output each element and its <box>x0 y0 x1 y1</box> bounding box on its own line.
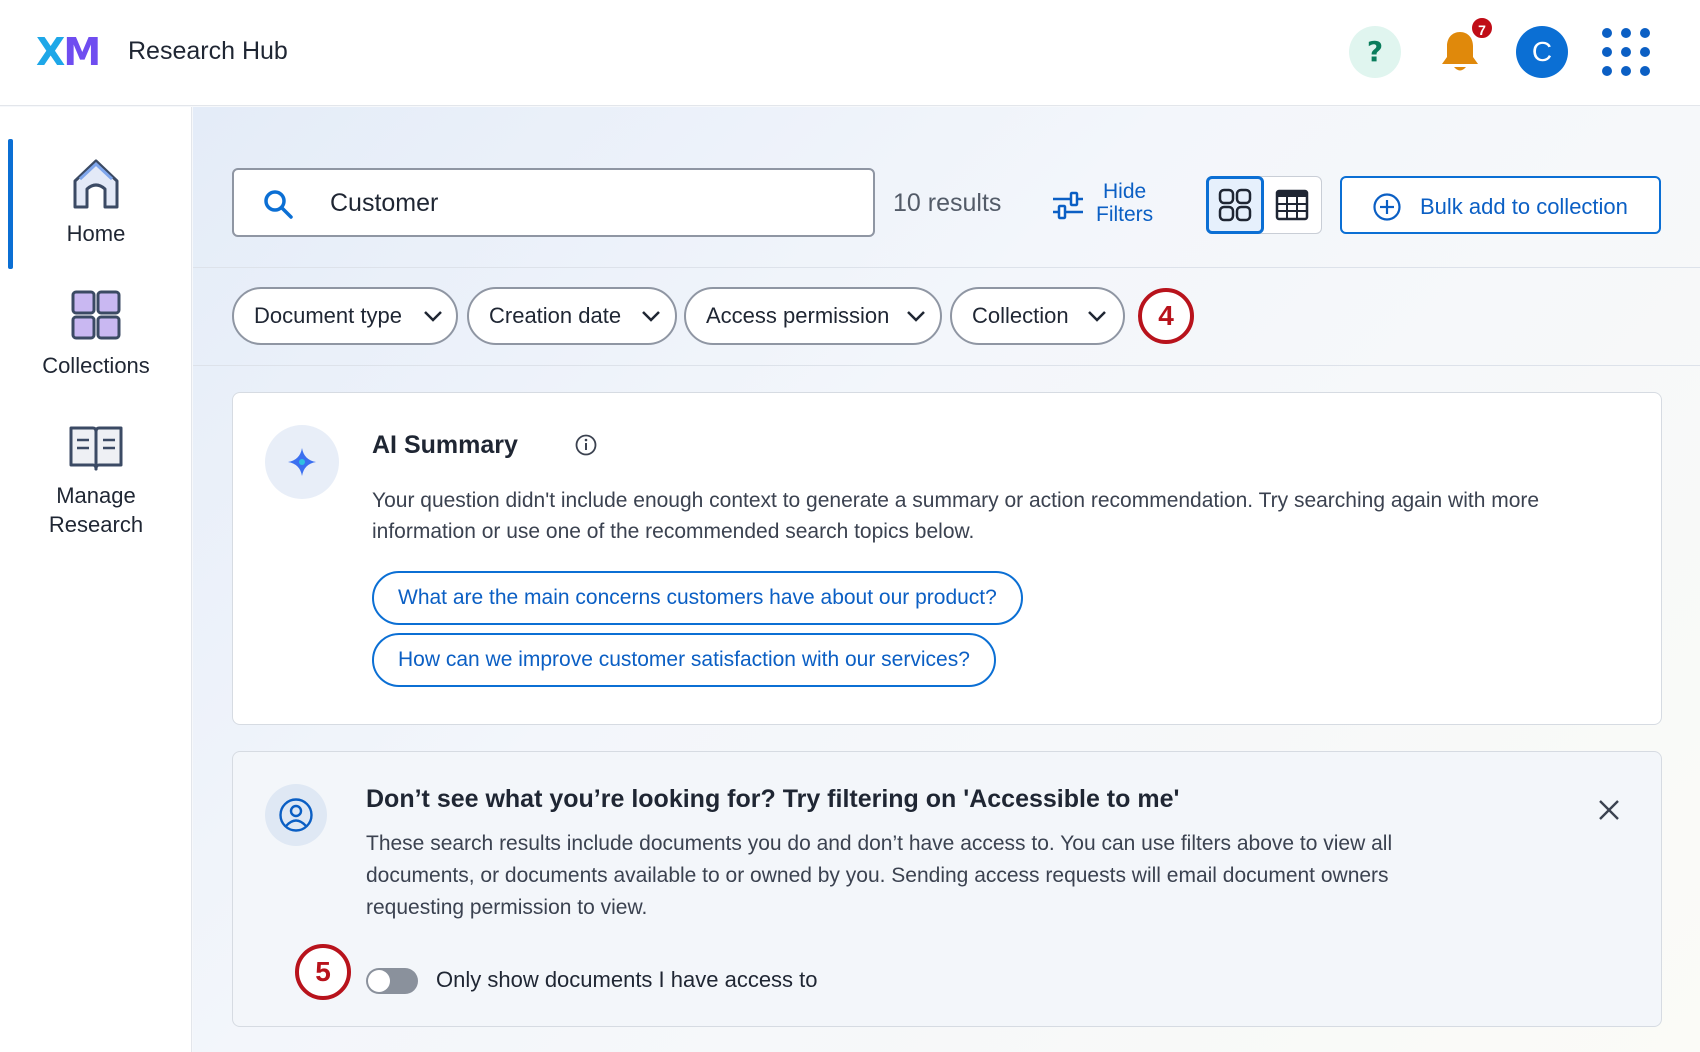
ai-summary-card: AI Summary Your question didn't include … <box>232 392 1662 725</box>
ai-summary-body: Your question didn't include enough cont… <box>372 489 1540 543</box>
sidebar: Home Collections Manage Research <box>0 107 192 1052</box>
main-content: 10 results Hide Filters <box>193 107 1700 1052</box>
collections-icon <box>71 290 121 340</box>
table-view-button[interactable] <box>1274 187 1310 228</box>
filter-chip-creation-date[interactable]: Creation date <box>467 287 677 345</box>
access-notice-card: Don’t see what you’re looking for? Try f… <box>232 751 1662 1027</box>
person-badge <box>265 784 327 846</box>
help-button[interactable]: ? <box>1349 26 1401 78</box>
sidebar-item-collections[interactable]: Collections <box>0 289 192 380</box>
sparkle-badge <box>265 425 339 499</box>
access-notice-body: These search results include documents y… <box>366 832 1393 919</box>
filter-chip-access-permission[interactable]: Access permission <box>684 287 942 345</box>
grid-icon <box>1218 188 1252 222</box>
chip-label: Access permission <box>706 303 890 328</box>
hide-filters-button[interactable]: Hide Filters <box>1051 180 1171 232</box>
suggested-search-button[interactable]: What are the main concerns customers hav… <box>372 571 1023 625</box>
plus-circle-icon <box>1373 193 1401 221</box>
app-title: Research Hub <box>128 37 288 65</box>
xm-logo[interactable]: XM <box>36 30 101 74</box>
search-box[interactable] <box>232 168 875 237</box>
access-notice-title: Don’t see what you’re looking for? Try f… <box>366 785 1180 813</box>
bulk-add-to-collection-button[interactable]: Bulk add to collection <box>1340 176 1661 234</box>
book-icon <box>69 426 123 471</box>
sidebar-item-label: Home <box>66 221 126 246</box>
access-only-toggle[interactable] <box>366 968 418 994</box>
hide-filters-label: Hide Filters <box>1096 180 1153 226</box>
hide-filters-line2: Filters <box>1096 203 1154 226</box>
user-circle-icon <box>279 798 313 832</box>
sparkle-icon <box>288 448 316 476</box>
ai-summary-title: AI Summary <box>372 431 518 459</box>
search-icon <box>264 190 293 219</box>
chevron-down-icon <box>642 311 660 322</box>
grid-view-button[interactable] <box>1206 176 1264 234</box>
filter-chip-document-type[interactable]: Document type <box>232 287 458 345</box>
chip-label: Document type <box>254 303 402 328</box>
search-input[interactable] <box>330 184 850 222</box>
avatar-initial: C <box>1531 36 1553 67</box>
app-launcher-icon <box>1602 28 1612 38</box>
info-icon[interactable] <box>574 433 598 457</box>
results-count: 10 results <box>893 189 1002 217</box>
chip-label: Collection <box>972 303 1069 328</box>
close-icon[interactable] <box>1595 796 1623 824</box>
logo-m: M <box>63 30 101 74</box>
bulk-add-label: Bulk add to collection <box>1420 194 1628 219</box>
sidebar-item-manage-research[interactable]: Manage Research <box>0 423 192 539</box>
home-icon <box>73 159 119 209</box>
divider <box>193 267 1700 268</box>
filter-sliders-icon <box>1053 191 1083 220</box>
sidebar-item-label: Collections <box>42 353 150 378</box>
sidebar-item-label: Manage Research <box>48 483 144 537</box>
hide-filters-line1: Hide <box>1102 180 1147 203</box>
logo-x: X <box>36 30 65 74</box>
toggle-knob <box>368 970 390 992</box>
user-avatar[interactable]: C <box>1516 26 1568 78</box>
app-launcher-button[interactable] <box>1602 28 1650 76</box>
top-bar: XM Research Hub ? 7 C <box>0 0 1700 106</box>
notification-count-badge: 7 <box>1470 16 1494 40</box>
filter-chip-collection[interactable]: Collection <box>950 287 1125 345</box>
chip-label: Creation date <box>489 303 622 328</box>
chevron-down-icon <box>1088 311 1106 322</box>
chevron-down-icon <box>907 311 925 322</box>
toggle-label: Only show documents I have access to <box>436 967 818 992</box>
divider <box>193 365 1700 366</box>
suggested-search-button[interactable]: How can we improve customer satisfaction… <box>372 633 996 687</box>
sidebar-item-home[interactable]: Home <box>0 157 192 248</box>
chevron-down-icon <box>424 311 442 322</box>
table-icon <box>1275 189 1309 221</box>
step-badge: 4 <box>1138 288 1194 344</box>
help-icon: ? <box>1366 35 1384 68</box>
view-toggle <box>1206 176 1322 234</box>
step-badge: 5 <box>295 944 351 1000</box>
